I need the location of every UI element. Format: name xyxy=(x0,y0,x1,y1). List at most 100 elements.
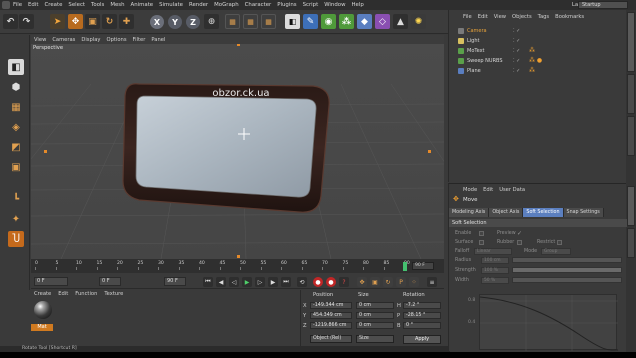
strength-field[interactable]: 100 % xyxy=(481,267,509,274)
select-tool-icon[interactable]: ➤ xyxy=(50,14,65,29)
object-name[interactable]: Light xyxy=(467,38,479,44)
rotate-tool-icon[interactable]: ↻ xyxy=(102,14,117,29)
attribute-tab[interactable]: Modeling Axis xyxy=(449,208,490,217)
material-menu-item-2[interactable]: Function xyxy=(75,291,97,297)
play-icon[interactable]: ▶ xyxy=(242,277,252,287)
mode-select[interactable]: Group xyxy=(541,248,571,255)
restrict-checkbox[interactable] xyxy=(557,240,562,245)
attribute-tab[interactable]: Snap Settings xyxy=(563,208,604,217)
menu-item-3[interactable]: Select xyxy=(68,2,85,8)
min-frame-field[interactable]: 0 F xyxy=(99,277,121,286)
object-menu-item-4[interactable]: Tags xyxy=(538,14,549,20)
strength-slider[interactable] xyxy=(512,267,622,273)
falloff-graph[interactable]: 0.8 0.4 xyxy=(468,294,619,351)
menu-item-9[interactable]: MoGraph xyxy=(214,2,238,8)
object-row[interactable]: Camera ⁚ ✓ xyxy=(449,27,627,35)
coordinate-system-icon[interactable]: ⊕ xyxy=(204,14,219,29)
object-tag-icon[interactable]: ⁂ xyxy=(529,67,535,74)
material-menu-item-0[interactable]: Create xyxy=(34,291,51,297)
menu-item-5[interactable]: Mesh xyxy=(110,2,124,8)
size-y-field[interactable]: 0 cm xyxy=(356,312,394,319)
menu-item-10[interactable]: Character xyxy=(245,2,272,8)
size-x-field[interactable]: 0 cm xyxy=(356,302,394,309)
render-view-icon[interactable]: ▦ xyxy=(225,14,240,29)
menu-item-1[interactable]: Edit xyxy=(28,2,38,8)
size-mode-select[interactable]: Size xyxy=(356,335,394,343)
attribute-tab[interactable]: Soft Selection xyxy=(523,208,564,217)
current-frame-field[interactable]: 0 F xyxy=(34,277,68,286)
model-mode-icon[interactable]: ⬢ xyxy=(8,79,24,95)
object-tag-icon[interactable]: ⁂ xyxy=(529,47,535,54)
viewport-menu-item-1[interactable]: Cameras xyxy=(52,37,75,43)
move-tool-icon[interactable]: ✥ xyxy=(68,14,83,29)
parameter-key-icon[interactable]: P xyxy=(396,277,406,287)
axis-mode-icon[interactable]: ┗ xyxy=(8,191,24,207)
objects-tab[interactable] xyxy=(627,12,635,72)
visibility-flags-icon[interactable]: ⁚ ✓ xyxy=(513,68,520,74)
menu-item-12[interactable]: Script xyxy=(303,2,319,8)
preview-checkbox[interactable]: ✓ xyxy=(517,230,522,237)
scale-tool-icon[interactable]: ▣ xyxy=(85,14,100,29)
rotation-h-field[interactable]: -7.2 ° xyxy=(403,302,441,309)
attribute-menu-item-0[interactable]: Mode xyxy=(463,187,477,193)
goto-end-icon[interactable]: ⏭ xyxy=(281,277,291,287)
radius-slider[interactable] xyxy=(512,257,622,263)
object-name[interactable]: MoText xyxy=(467,48,485,54)
timeline[interactable]: 051015202530354045505560657075808590 xyxy=(31,259,444,273)
polygons-mode-icon[interactable]: ▣ xyxy=(8,159,24,175)
menu-item-8[interactable]: Render xyxy=(189,2,208,8)
content-browser-tab[interactable] xyxy=(627,74,635,114)
material-menu-item-3[interactable]: Texture xyxy=(104,291,123,297)
pen-spline-icon[interactable]: ✎ xyxy=(303,14,318,29)
menu-item-13[interactable]: Window xyxy=(324,2,345,8)
object-menu-item-3[interactable]: Objects xyxy=(512,14,532,20)
position-y-field[interactable]: 454.349 cm xyxy=(310,312,352,319)
object-menu-item-1[interactable]: Edit xyxy=(478,14,488,20)
prev-frame-icon[interactable]: ◁ xyxy=(229,277,239,287)
object-menu-item-5[interactable]: Bookmarks xyxy=(555,14,584,20)
visibility-flags-icon[interactable]: ⁚ ✓ xyxy=(513,28,520,34)
menu-item-0[interactable]: File xyxy=(13,2,22,8)
make-editable-icon[interactable]: ◧ xyxy=(8,59,24,75)
menu-item-6[interactable]: Animate xyxy=(131,2,154,8)
size-z-field[interactable]: 0 cm xyxy=(356,322,394,329)
lock-x-axis-button[interactable]: X xyxy=(150,15,164,29)
menu-item-4[interactable]: Tools xyxy=(91,2,104,8)
tweak-mode-icon[interactable]: ✦ xyxy=(8,211,24,227)
width-field[interactable]: 50 % xyxy=(481,277,509,284)
structure-tab[interactable] xyxy=(627,116,635,156)
position-key-icon[interactable]: ✥ xyxy=(357,277,367,287)
prev-key-icon[interactable]: ◀ xyxy=(216,277,226,287)
edges-mode-icon[interactable]: ◩ xyxy=(8,139,24,155)
tv-screen[interactable] xyxy=(135,95,317,198)
rotation-key-icon[interactable]: ↻ xyxy=(383,277,393,287)
surface-checkbox[interactable] xyxy=(479,240,484,245)
object-row[interactable]: MoText ⁚ ✓ ⁂ xyxy=(449,47,627,55)
lock-z-axis-button[interactable]: Z xyxy=(186,15,200,29)
visibility-flags-icon[interactable]: ⁚ ✓ xyxy=(513,58,520,64)
recent-tools-icon[interactable]: ✚ xyxy=(119,14,134,29)
scale-key-icon[interactable]: ▣ xyxy=(370,277,380,287)
pla-key-icon[interactable]: ⁘ xyxy=(409,277,419,287)
layout-select[interactable]: Startup xyxy=(578,1,628,9)
timeline-menu-icon[interactable]: ≡ xyxy=(427,277,437,287)
viewport-menu-item-3[interactable]: Options xyxy=(107,37,127,43)
material-name-label[interactable]: Mat xyxy=(31,324,53,331)
object-row[interactable]: Plane ⁚ ✓ ⁂ xyxy=(449,67,627,75)
visibility-flags-icon[interactable]: ⁚ ✓ xyxy=(513,38,520,44)
record-keys-icon[interactable]: ● xyxy=(313,277,323,287)
width-slider[interactable] xyxy=(512,277,622,283)
rotation-p-field[interactable]: -28.15 ° xyxy=(403,312,441,319)
menu-item-14[interactable]: Help xyxy=(351,2,363,8)
rubber-checkbox[interactable] xyxy=(517,240,522,245)
array-icon[interactable]: ⁂ xyxy=(339,14,354,29)
object-name[interactable]: Sweep NURBS xyxy=(467,58,503,64)
texture-mode-icon[interactable]: ▦ xyxy=(8,99,24,115)
object-tag-icon[interactable]: ⁂ ● xyxy=(529,57,542,64)
object-row[interactable]: Light ⁚ ✓ xyxy=(449,37,627,45)
max-frame-field[interactable]: 90 F xyxy=(164,277,186,286)
next-key-icon[interactable]: ▶ xyxy=(268,277,278,287)
loop-icon[interactable]: ⟲ xyxy=(297,277,307,287)
autokey-icon[interactable]: ● xyxy=(326,277,336,287)
position-x-field[interactable]: -149.344 cm xyxy=(310,302,352,309)
